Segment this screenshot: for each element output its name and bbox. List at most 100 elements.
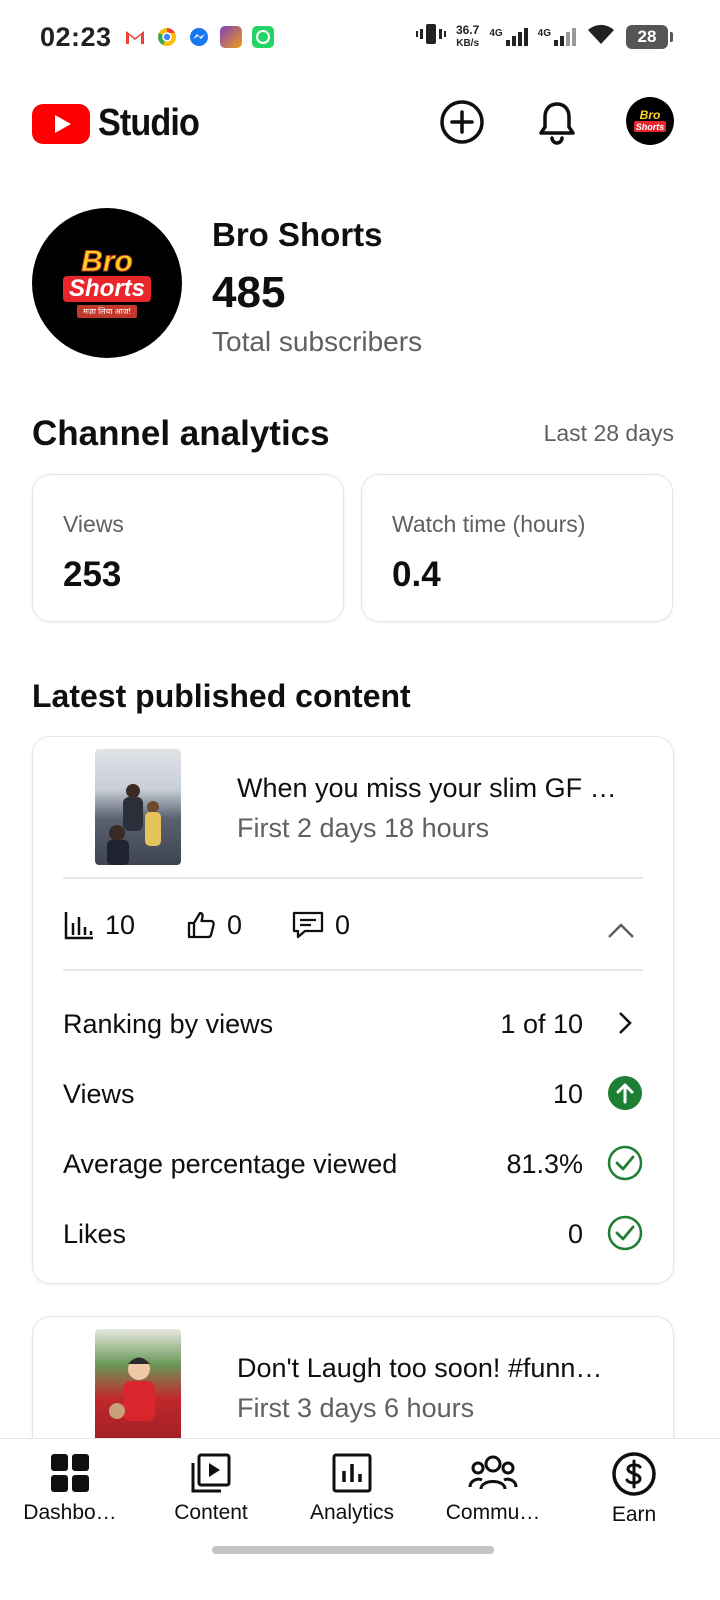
chevron-up-icon xyxy=(608,923,634,938)
status-time: 02:23 xyxy=(40,22,112,52)
row-label: Average percentage viewed xyxy=(63,1149,398,1179)
nav-community[interactable]: Commu… xyxy=(423,1451,563,1525)
stat-label: Views xyxy=(63,511,124,537)
net-speed-unit: KB/s xyxy=(456,37,480,49)
channel-header: Bro Shorts मज़ा लिया आज! Bro Shorts 485 … xyxy=(32,208,692,358)
watch-time-card[interactable]: Watch time (hours) 0.4 xyxy=(361,474,673,622)
nav-analytics[interactable]: Analytics xyxy=(282,1451,422,1525)
row-label: Likes xyxy=(63,1219,127,1249)
video-title[interactable]: When you miss your slim GF … xyxy=(237,773,641,804)
row-value: 81.3% xyxy=(506,1149,583,1179)
gmail-icon xyxy=(124,26,146,48)
content-card: When you miss your slim GF … First 2 day… xyxy=(32,736,674,1284)
app-bar: Studio Bro Shorts xyxy=(0,92,720,154)
avatar-text-bro: Bro xyxy=(81,245,134,278)
nav-content[interactable]: Content xyxy=(141,1451,281,1525)
wifi-icon xyxy=(586,22,616,51)
analytics-title: Channel analytics xyxy=(32,414,330,453)
nav-earn[interactable]: Earn xyxy=(564,1451,704,1527)
bell-icon xyxy=(539,102,575,145)
comments-count: 0 xyxy=(335,909,351,940)
vibrate-icon xyxy=(415,22,446,51)
divider xyxy=(63,969,643,971)
home-indicator[interactable] xyxy=(212,1546,494,1554)
likes-metric: 0 xyxy=(185,909,242,941)
nav-label: Dashbo… xyxy=(23,1501,117,1524)
analytics-range: Last 28 days xyxy=(543,420,674,446)
nav-label: Content xyxy=(174,1501,248,1524)
channel-avatar[interactable]: Bro Shorts मज़ा लिया आज! xyxy=(32,208,182,358)
avg-percent-row: Average percentage viewed 81.3% xyxy=(63,1143,643,1187)
dashboard-icon xyxy=(51,1454,89,1492)
status-right: 36.7 KB/s 4G 4G 28 xyxy=(415,22,673,51)
subscriber-count: 485 xyxy=(212,268,286,317)
studio-logo[interactable]: Studio xyxy=(32,102,210,145)
chevron-right-icon xyxy=(619,1012,632,1034)
row-label: Ranking by views xyxy=(63,1009,274,1039)
content-icon xyxy=(191,1453,231,1493)
video-thumbnail[interactable] xyxy=(95,749,181,865)
community-icon xyxy=(468,1455,518,1490)
logo-text: Studio xyxy=(98,102,200,144)
nav-label: Earn xyxy=(611,1503,657,1526)
signal-1-label: 4G xyxy=(489,27,503,39)
net-speed-value: 36.7 xyxy=(455,22,480,37)
video-thumbnail[interactable] xyxy=(95,1329,181,1445)
signal-2: 4G xyxy=(537,27,576,46)
signal-1: 4G xyxy=(489,27,528,46)
views-count: 10 xyxy=(105,909,136,940)
check-circle-icon xyxy=(607,1215,643,1251)
row-label: Views xyxy=(63,1079,135,1109)
youtube-play-icon xyxy=(32,103,90,144)
views-card[interactable]: Views 253 xyxy=(32,474,344,622)
views-metric: 10 xyxy=(63,909,135,941)
likes-count: 0 xyxy=(227,909,243,940)
messenger-icon xyxy=(188,26,210,48)
subscriber-label: Total subscribers xyxy=(212,326,423,357)
stat-label: Watch time (hours) xyxy=(392,511,586,537)
comment-icon xyxy=(292,911,324,939)
video-meta: First 2 days 18 hours xyxy=(237,813,490,843)
battery-icon: 28 xyxy=(626,24,673,49)
collapse-button[interactable] xyxy=(607,917,635,945)
nav-label: Commu… xyxy=(445,1501,541,1524)
avatar-text-shorts: Shorts xyxy=(62,276,151,302)
game-app-icon xyxy=(220,26,242,48)
svg-text:Bro: Bro xyxy=(640,108,661,122)
thumbnail-image xyxy=(107,784,161,865)
dollar-icon xyxy=(612,1452,656,1496)
nav-dashboard[interactable]: Dashbo… xyxy=(0,1451,140,1525)
account-avatar[interactable]: Bro Shorts xyxy=(626,97,674,145)
comments-metric: 0 xyxy=(291,909,350,941)
stat-value: 253 xyxy=(63,555,122,594)
video-meta: First 3 days 6 hours xyxy=(237,1393,475,1423)
channel-name: Bro Shorts xyxy=(212,216,383,253)
arrow-up-circle-icon xyxy=(608,1076,642,1110)
plus-circle-icon xyxy=(440,100,484,144)
thumbnail-image xyxy=(109,1357,155,1421)
nav-label: Analytics xyxy=(309,1501,395,1524)
notification-icons xyxy=(124,26,274,48)
analytics-icon xyxy=(332,1453,372,1493)
create-button[interactable] xyxy=(438,98,486,146)
net-speed: 36.7 KB/s xyxy=(455,22,480,50)
check-circle-icon xyxy=(607,1145,643,1181)
row-value: 10 xyxy=(552,1079,583,1109)
thumbs-up-icon xyxy=(187,911,215,939)
bottom-navigation: Dashbo… Content Analytics Commu… Earn xyxy=(0,1438,720,1600)
whatsapp-icon xyxy=(252,26,274,48)
video-title[interactable]: Don't Laugh too soon! #funn… xyxy=(237,1353,641,1384)
views-row: Views 10 xyxy=(63,1073,643,1117)
divider xyxy=(63,877,643,879)
stat-value: 0.4 xyxy=(392,555,441,594)
channel-logo-icon: BroShorts xyxy=(634,108,666,132)
row-value: 1 of 10 xyxy=(500,1009,583,1039)
signal-2-label: 4G xyxy=(537,27,551,39)
status-bar: 02:23 36.7 KB/s 4G 4G 28 xyxy=(0,0,720,78)
notifications-button[interactable] xyxy=(533,98,581,146)
chrome-icon xyxy=(156,26,178,48)
ranking-row[interactable]: Ranking by views 1 of 10 xyxy=(63,1003,643,1047)
likes-row: Likes 0 xyxy=(63,1213,643,1257)
svg-text:Shorts: Shorts xyxy=(636,122,665,132)
bar-chart-icon xyxy=(64,912,93,940)
